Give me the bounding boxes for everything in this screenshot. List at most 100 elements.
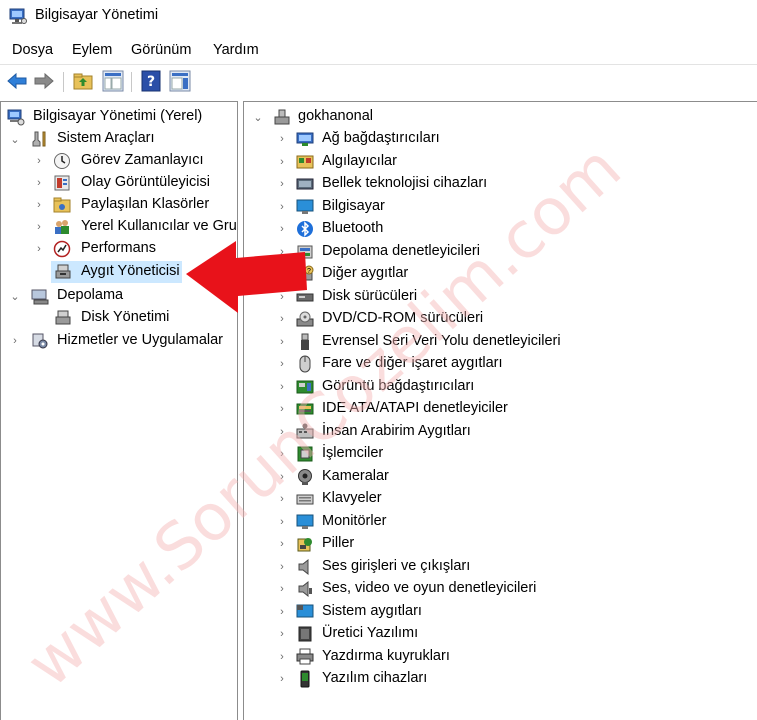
device-category[interactable]: › Kameralar [244,466,756,488]
device-category[interactable]: › Klavyeler [244,488,756,510]
battery-icon [297,538,312,552]
chevron-right-icon[interactable]: › [276,173,288,195]
chevron-right-icon[interactable]: › [276,578,288,600]
chevron-right-icon[interactable]: › [276,601,288,623]
device-category[interactable]: › Evrensel Seri Veri Yolu denetleyicileri [244,331,756,353]
performance-icon [53,240,71,258]
tree-item-label: Görev Zamanlayıcı [81,152,204,168]
chevron-right-icon[interactable]: › [276,376,288,398]
device-category[interactable]: › Disk sürücüleri [244,286,756,308]
device-category[interactable]: › Fare ve diğer işaret aygıtları [244,353,756,375]
chevron-right-icon[interactable]: › [276,421,288,443]
chevron-right-icon[interactable]: › [276,511,288,533]
chevron-right-icon[interactable]: › [276,623,288,645]
device-category-label: Sistem aygıtları [322,602,422,619]
chevron-right-icon[interactable]: › [276,151,288,173]
device-category[interactable]: › Bellek teknolojisi cihazları [244,173,756,195]
chevron-right-icon[interactable]: › [276,556,288,578]
processor-icon [297,446,313,462]
tree-item-device-manager[interactable]: Aygıt Yöneticisi [1,261,237,283]
chevron-right-icon[interactable]: › [276,443,288,465]
tree-system-tools[interactable]: ⌄ Sistem Araçları [1,128,237,150]
device-category[interactable]: › Monitörler [244,511,756,533]
tree-item-local-users[interactable]: › Yerel Kullanıcılar ve Grup [1,216,237,238]
device-category[interactable]: › Yazdırma kuyrukları [244,646,756,668]
chevron-down-icon[interactable]: ⌄ [9,128,21,150]
device-category[interactable]: › Ağ bağdaştırıcıları [244,128,756,150]
device-category-label: Kameralar [322,467,389,484]
device-category[interactable]: ›? Diğer aygıtlar [244,263,756,285]
device-tree-root[interactable]: ⌄ gokhanonal [244,106,756,128]
device-category[interactable]: › Bilgisayar [244,196,756,218]
device-category[interactable]: › İnsan Arabirim Aygıtları [244,421,756,443]
chevron-right-icon[interactable]: › [276,398,288,420]
chevron-right-icon[interactable]: › [276,128,288,150]
device-category[interactable]: › Bluetooth [244,218,756,240]
device-category-label: İnsan Arabirim Aygıtları [322,422,471,439]
chevron-down-icon[interactable]: ⌄ [9,285,21,307]
device-category[interactable]: › Üretici Yazılımı [244,623,756,645]
menu-gorunum[interactable]: Görünüm [131,42,191,58]
device-category[interactable]: › Ses, video ve oyun denetleyicileri [244,578,756,600]
camera-icon [298,468,312,485]
tree-storage[interactable]: ⌄ Depolama [1,285,237,307]
sound-controller-icon [298,580,312,598]
chevron-right-icon[interactable]: › [33,238,45,260]
menu-dosya[interactable]: Dosya [12,42,53,58]
console-tree-icon[interactable] [102,70,124,92]
chevron-right-icon[interactable]: › [276,286,288,308]
tree-item-performance[interactable]: › Performans [1,238,237,260]
chevron-right-icon[interactable]: › [276,241,288,263]
device-category[interactable]: › İşlemciler [244,443,756,465]
other-devices-icon: ? [297,265,314,281]
back-arrow-icon[interactable] [6,70,28,92]
tree-item-task-scheduler[interactable]: › Görev Zamanlayıcı [1,150,237,172]
device-category[interactable]: › IDE ATA/ATAPI denetleyiciler [244,398,756,420]
up-folder-icon[interactable] [72,70,94,92]
firmware-icon [298,626,312,642]
tree-item-shared-folders[interactable]: › Paylaşılan Klasörler [1,194,237,216]
chevron-right-icon[interactable]: › [276,533,288,555]
tree-root[interactable]: Bilgisayar Yönetimi (Yerel) [1,106,237,128]
toolbar: ? [0,64,757,97]
chevron-right-icon[interactable]: › [276,466,288,488]
device-category[interactable]: › DVD/CD-ROM sürücüleri [244,308,756,330]
chevron-right-icon[interactable]: › [276,646,288,668]
device-category[interactable]: › Görüntü bağdaştırıcıları [244,376,756,398]
device-category-label: Bellek teknolojisi cihazları [322,175,488,191]
console-tree-pane[interactable]: Bilgisayar Yönetimi (Yerel) ⌄ Sistem Ara… [0,101,238,720]
chevron-right-icon[interactable]: › [276,308,288,330]
chevron-right-icon[interactable]: › [276,353,288,375]
svg-text:?: ? [307,268,311,275]
device-category-label: Klavyeler [322,490,382,506]
tree-services[interactable]: › Hizmetler ve Uygulamalar [1,330,237,352]
chevron-right-icon[interactable]: › [33,150,45,172]
device-category[interactable]: › Ses girişleri ve çıkışları [244,556,756,578]
chevron-right-icon[interactable]: › [276,331,288,353]
menu-yardim[interactable]: Yardım [213,42,259,58]
chevron-right-icon[interactable]: › [276,196,288,218]
device-category[interactable]: › Yazılım cihazları [244,668,756,690]
device-tree-pane[interactable]: ⌄ gokhanonal › Ağ bağdaştırıcıları › Algıla… [243,101,757,720]
device-category[interactable]: › Algılayıcılar [244,151,756,173]
device-category[interactable]: › Sistem aygıtları [244,601,756,623]
chevron-right-icon[interactable]: › [276,668,288,690]
chevron-right-icon[interactable]: › [33,172,45,194]
chevron-down-icon[interactable]: ⌄ [252,106,264,128]
device-category[interactable]: › Piller [244,533,756,555]
action-pane-icon[interactable] [169,70,191,92]
chevron-right-icon[interactable]: › [276,263,288,285]
device-category-label: Piller [322,535,355,551]
menu-eylem[interactable]: Eylem [72,42,112,58]
chevron-right-icon[interactable]: › [276,218,288,240]
chevron-right-icon[interactable]: › [33,194,45,216]
help-icon[interactable]: ? [140,70,162,92]
forward-arrow-icon[interactable] [33,70,55,92]
mouse-icon [299,355,311,373]
tree-item-event-viewer[interactable]: › Olay Görüntüleyicisi [1,172,237,194]
chevron-right-icon[interactable]: › [33,216,45,238]
chevron-right-icon[interactable]: › [9,330,21,352]
device-category[interactable]: › Depolama denetleyicileri [244,241,756,263]
tree-item-disk-management[interactable]: Disk Yönetimi [1,307,237,329]
chevron-right-icon[interactable]: › [276,488,288,510]
